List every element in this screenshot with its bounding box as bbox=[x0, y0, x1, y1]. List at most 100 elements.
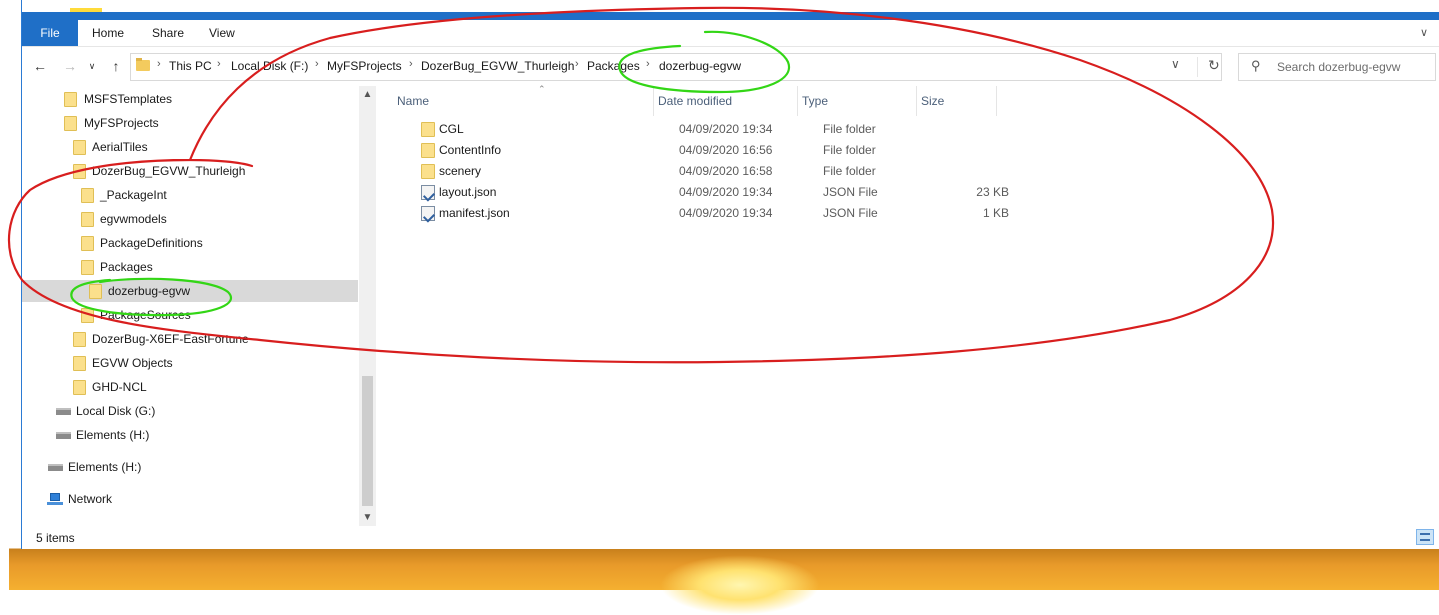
tree-item-packagesources[interactable]: PackageSources bbox=[22, 304, 358, 326]
tree-item-label: _PackageInt bbox=[100, 188, 167, 202]
tree-item-aerialtiles[interactable]: AerialTiles bbox=[22, 136, 358, 158]
breadcrumb-local-disk-f[interactable]: Local Disk (F:) bbox=[231, 59, 308, 73]
refresh-icon[interactable]: ↻ bbox=[1197, 57, 1220, 77]
tree-item-dozerbug-x6ef-eastfortune[interactable]: DozerBug-X6EF-EastFortune bbox=[22, 328, 358, 350]
breadcrumb-myfsprojects[interactable]: MyFSProjects bbox=[327, 59, 402, 73]
file-type: JSON File bbox=[823, 185, 878, 199]
desktop-wallpaper-sun bbox=[660, 555, 820, 615]
navigation-pane: MSFSTemplates MyFSProjects AerialTiles D… bbox=[22, 86, 378, 526]
tree-item-label: Network bbox=[68, 492, 113, 506]
tree-item-packageint[interactable]: _PackageInt bbox=[22, 184, 358, 206]
column-header-type[interactable]: Type bbox=[797, 86, 917, 116]
breadcrumb-separator-icon[interactable]: › bbox=[646, 58, 650, 70]
file-row-scenery[interactable]: scenery 04/09/2020 16:58 File folder bbox=[392, 161, 1012, 182]
column-header-date-modified[interactable]: Date modified bbox=[653, 86, 798, 116]
breadcrumb-separator-icon[interactable]: › bbox=[315, 58, 319, 70]
file-size: 23 KB bbox=[976, 185, 1009, 199]
file-row-layout-json[interactable]: layout.json 04/09/2020 19:34 JSON File 2… bbox=[392, 182, 1012, 203]
file-row-cgl[interactable]: CGL 04/09/2020 19:34 File folder bbox=[392, 119, 1012, 140]
recent-locations-chevron-icon[interactable]: ∨ bbox=[85, 56, 99, 76]
tree-item-elements-h-root[interactable]: Elements (H:) bbox=[22, 456, 358, 478]
breadcrumb-separator-icon[interactable]: › bbox=[217, 58, 221, 70]
tree-item-dozerbug-egvw[interactable]: dozerbug-egvw bbox=[22, 280, 358, 302]
column-header-size[interactable]: Size bbox=[916, 86, 997, 116]
tree-item-label: egvwmodels bbox=[100, 212, 167, 226]
tree-item-label: DozerBug-X6EF-EastFortune bbox=[92, 332, 249, 346]
column-header-name[interactable]: Name bbox=[392, 86, 654, 116]
scroll-down-arrow-icon[interactable]: ▼ bbox=[359, 509, 376, 526]
tree-item-dozerbug-egvw-thurleigh[interactable]: DozerBug_EGVW_Thurleigh bbox=[22, 160, 358, 182]
forward-arrow-icon[interactable]: → bbox=[59, 56, 81, 76]
tab-file[interactable]: File bbox=[22, 20, 78, 46]
tab-view[interactable]: View bbox=[209, 20, 235, 46]
folder-icon bbox=[73, 164, 86, 179]
tree-item-packagedefinitions[interactable]: PackageDefinitions bbox=[22, 232, 358, 254]
back-arrow-icon[interactable]: ← bbox=[29, 56, 51, 76]
folder-icon bbox=[81, 308, 94, 323]
navigation-pane-scrollbar[interactable]: ▲ ▼ bbox=[359, 86, 376, 526]
file-row-contentinfo[interactable]: ContentInfo 04/09/2020 16:56 File folder bbox=[392, 140, 1012, 161]
network-icon bbox=[47, 493, 63, 505]
file-name: CGL bbox=[439, 122, 464, 136]
folder-icon bbox=[73, 140, 86, 155]
breadcrumb-separator-icon[interactable]: › bbox=[409, 58, 413, 70]
address-bar[interactable]: › This PC › Local Disk (F:) › MyFSProjec… bbox=[130, 53, 1222, 81]
drive-icon bbox=[56, 408, 71, 415]
breadcrumb-separator-icon[interactable]: › bbox=[157, 58, 161, 70]
tree-item-myfsprojects[interactable]: MyFSProjects bbox=[22, 112, 358, 134]
status-bar: 5 items bbox=[22, 527, 1439, 549]
details-view-icon[interactable] bbox=[1416, 529, 1434, 545]
folder-icon bbox=[81, 236, 94, 251]
up-arrow-icon[interactable]: ↑ bbox=[105, 56, 127, 76]
tab-home[interactable]: Home bbox=[92, 20, 124, 46]
tree-item-elements-h[interactable]: Elements (H:) bbox=[22, 424, 358, 446]
file-type: File folder bbox=[823, 143, 876, 157]
file-date-modified: 04/09/2020 19:34 bbox=[679, 206, 773, 220]
file-row-manifest-json[interactable]: manifest.json 04/09/2020 19:34 JSON File… bbox=[392, 203, 1012, 224]
tree-item-egvw-objects[interactable]: EGVW Objects bbox=[22, 352, 358, 374]
ribbon-tabs: File Home Share View ∨ bbox=[22, 20, 1439, 47]
breadcrumb-dozerbug-egvw[interactable]: dozerbug-egvw bbox=[659, 59, 741, 73]
breadcrumb-this-pc[interactable]: This PC bbox=[169, 59, 212, 73]
file-type: JSON File bbox=[823, 206, 878, 220]
tree-item-local-disk-g[interactable]: Local Disk (G:) bbox=[22, 400, 358, 422]
folder-icon bbox=[421, 143, 435, 158]
item-count: 5 items bbox=[36, 531, 75, 545]
tree-item-egvwmodels[interactable]: egvwmodels bbox=[22, 208, 358, 230]
tree-item-label: Elements (H:) bbox=[76, 428, 150, 442]
desktop-left-strip bbox=[0, 0, 9, 590]
file-date-modified: 04/09/2020 16:58 bbox=[679, 164, 773, 178]
breadcrumb-dozerbug-egvw-thurleigh[interactable]: DozerBug_EGVW_Thurleigh bbox=[421, 59, 574, 73]
file-list-pane: ⌃ Name Date modified Type Size CGL 04/09… bbox=[392, 84, 1432, 526]
file-date-modified: 04/09/2020 16:56 bbox=[679, 143, 773, 157]
title-bar-accent bbox=[22, 12, 1439, 20]
tree-item-label: Packages bbox=[100, 260, 153, 274]
breadcrumb-packages[interactable]: Packages bbox=[587, 59, 640, 73]
tree-item-network[interactable]: Network bbox=[22, 488, 358, 510]
tree-item-ghd-ncl[interactable]: GHD-NCL bbox=[22, 376, 358, 398]
scrollbar-thumb[interactable] bbox=[362, 376, 373, 506]
address-dropdown-chevron-icon[interactable]: ∨ bbox=[1171, 57, 1180, 71]
folder-icon bbox=[421, 164, 435, 179]
tree-item-label: PackageDefinitions bbox=[100, 236, 203, 250]
tree-item-packages[interactable]: Packages bbox=[22, 256, 358, 278]
address-folder-icon bbox=[136, 58, 150, 71]
scroll-up-arrow-icon[interactable]: ▲ bbox=[359, 86, 376, 103]
drive-icon bbox=[48, 464, 63, 471]
folder-icon bbox=[421, 122, 435, 137]
tree-item-msfstemplates[interactable]: MSFSTemplates bbox=[22, 88, 358, 110]
folder-icon bbox=[73, 356, 86, 371]
search-input[interactable]: ⚲ Search dozerbug-egvw bbox=[1238, 53, 1436, 81]
folder-icon bbox=[64, 116, 77, 131]
search-icon: ⚲ bbox=[1251, 58, 1261, 73]
tree-item-label: MyFSProjects bbox=[84, 116, 159, 130]
folder-icon bbox=[64, 92, 77, 107]
tree-item-label: Local Disk (G:) bbox=[76, 404, 156, 418]
breadcrumb-separator-icon[interactable]: › bbox=[575, 58, 579, 70]
ribbon-expand-chevron-icon[interactable]: ∨ bbox=[1420, 26, 1428, 39]
json-file-icon bbox=[421, 206, 435, 221]
navigation-bar: ← → ∨ ↑ › This PC › Local Disk (F:) › My… bbox=[22, 50, 1439, 82]
file-name: scenery bbox=[439, 164, 482, 178]
tab-share[interactable]: Share bbox=[152, 20, 184, 46]
tree-item-label: DozerBug_EGVW_Thurleigh bbox=[92, 164, 246, 178]
